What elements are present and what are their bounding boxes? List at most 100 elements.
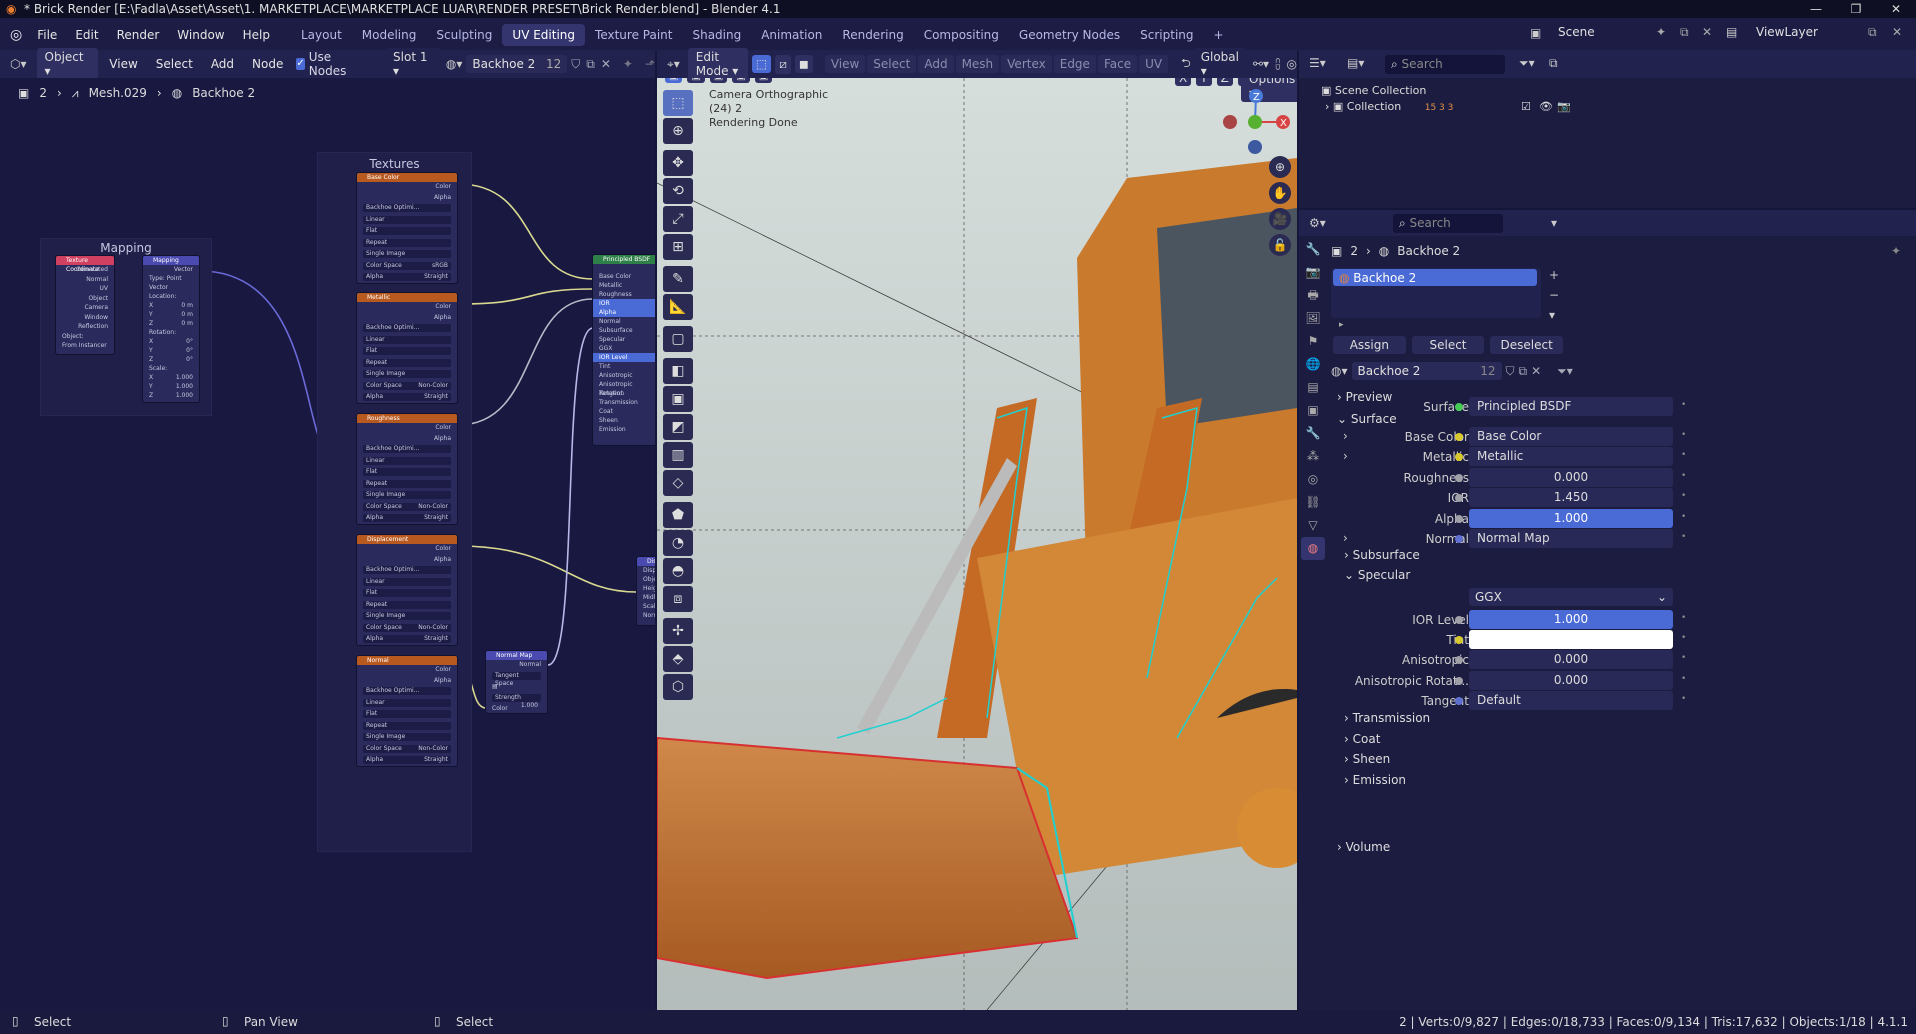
- outliner-editor-icon[interactable]: ☰▾: [1309, 56, 1326, 70]
- tab-scripting[interactable]: Scripting: [1130, 24, 1203, 46]
- texture-extension[interactable]: Repeat: [357, 600, 457, 612]
- new-collection-icon[interactable]: ⧉: [1549, 56, 1558, 71]
- viewport-menu-edge[interactable]: Edge: [1053, 55, 1096, 73]
- texture-projection[interactable]: Flat: [357, 227, 457, 238]
- texture-interpolation[interactable]: Linear: [357, 215, 457, 227]
- fake-user-icon[interactable]: ⛉: [571, 57, 580, 72]
- mapping-scale-y[interactable]: Y 1.000: [143, 382, 199, 391]
- mapping-scale-x[interactable]: X 1.000: [143, 373, 199, 382]
- tab-rendering[interactable]: Rendering: [832, 24, 913, 46]
- object-tab-icon[interactable]: ▣: [1301, 399, 1325, 422]
- remove-slot-icon[interactable]: −: [1549, 288, 1559, 302]
- texture-projection[interactable]: Flat: [357, 589, 457, 600]
- browse-material-icon[interactable]: ◍▾: [1331, 364, 1348, 378]
- vertex-select-icon[interactable]: ⬚: [751, 55, 772, 73]
- exclude-checkbox-icon[interactable]: ☑: [1521, 100, 1531, 113]
- mapping-scale-z[interactable]: Z 1.000: [143, 391, 199, 400]
- texture-alpha-mode[interactable]: Alpha Straight: [357, 273, 457, 283]
- visibility-eye-icon[interactable]: 👁: [1539, 100, 1553, 113]
- texture-extension[interactable]: Repeat: [357, 479, 457, 491]
- outliner-search[interactable]: ⌕ Search: [1385, 55, 1505, 74]
- property-value[interactable]: Default: [1469, 691, 1673, 710]
- viewport-menu-select[interactable]: Select: [867, 55, 917, 73]
- slot-dropdown[interactable]: Slot 1 ▾: [385, 48, 440, 80]
- select-new-icon[interactable]: ▣: [665, 78, 683, 83]
- unlink-material-icon[interactable]: ✕: [601, 57, 611, 71]
- navigation-gizmo[interactable]: Z X: [1215, 88, 1295, 158]
- image-texture-node[interactable]: Displacement Color Alpha Backhoe Optimi... L…: [356, 534, 458, 646]
- image-texture-node[interactable]: Metallic Color Alpha Backhoe Optimi... Linea…: [356, 292, 458, 404]
- duplicate-icon[interactable]: ⧉: [1519, 364, 1528, 379]
- keyframe-dot-icon[interactable]: •: [1681, 512, 1686, 522]
- object-mode-dropdown[interactable]: Object ▾: [36, 48, 99, 80]
- property-value[interactable]: 0.000: [1469, 468, 1673, 487]
- mirror-z-toggle[interactable]: Z: [1216, 78, 1233, 86]
- socket-icon[interactable]: [1455, 697, 1463, 705]
- scale-tool-icon[interactable]: ⤢: [663, 206, 693, 232]
- bsdf-input[interactable]: Subsurface: [593, 326, 655, 335]
- mirror-y-toggle[interactable]: Y: [1196, 78, 1212, 86]
- rip-tool-icon[interactable]: ⬡: [663, 674, 693, 700]
- material-slot-item[interactable]: ◍ Backhoe 2: [1333, 269, 1537, 286]
- outliner-collection[interactable]: › ▣ Collection 15 3 3 ☑ 👁 📷: [1325, 100, 1575, 113]
- cursor-tool-icon[interactable]: ⊕: [663, 118, 693, 144]
- view-layer-tab-icon[interactable]: 🖼: [1301, 307, 1325, 330]
- poly-build-tool-icon[interactable]: ⬟: [663, 502, 693, 528]
- delete-view-layer-icon[interactable]: ✕: [1892, 25, 1902, 39]
- select-intersect-icon[interactable]: ▣: [754, 78, 773, 83]
- link-type-icon[interactable]: ⏷▾: [1557, 364, 1573, 379]
- assign-button[interactable]: Assign: [1333, 336, 1406, 354]
- volume-panel[interactable]: › Volume: [1337, 840, 1390, 854]
- extrude-tool-icon[interactable]: ◧: [663, 358, 693, 384]
- node-menu-select[interactable]: Select: [147, 57, 202, 71]
- texture-source[interactable]: Single Image: [357, 491, 457, 502]
- outliner-scene-collection[interactable]: ▣ Scene Collection: [1321, 84, 1426, 97]
- output-tab-icon[interactable]: 🖶: [1301, 284, 1325, 307]
- fake-user-icon[interactable]: ⛉: [1506, 364, 1515, 379]
- texture-alpha-mode[interactable]: Alpha Straight: [357, 393, 457, 403]
- texture-color-space[interactable]: Color Space Non-Color: [357, 623, 457, 635]
- socket-icon[interactable]: [1455, 677, 1463, 685]
- maximize-icon[interactable]: ❐: [1836, 0, 1876, 18]
- property-value[interactable]: 0.000: [1469, 650, 1673, 669]
- texture-extension[interactable]: Repeat: [357, 238, 457, 250]
- select-button[interactable]: Select: [1411, 336, 1485, 354]
- normal-map-strength[interactable]: Strength 1.000: [486, 693, 547, 709]
- bsdf-input[interactable]: Emission: [593, 425, 655, 434]
- material-name-field[interactable]: Backhoe 2 12: [466, 55, 568, 73]
- annotate-tool-icon[interactable]: ✎: [663, 266, 693, 292]
- tab-modeling[interactable]: Modeling: [352, 24, 427, 46]
- expand-input-icon[interactable]: ›: [1343, 531, 1348, 545]
- delete-scene-icon[interactable]: ✕: [1702, 25, 1712, 39]
- texture-image-field[interactable]: Backhoe Optimi...: [357, 687, 457, 698]
- properties-options-icon[interactable]: ▾: [1551, 216, 1557, 230]
- select-extend-icon[interactable]: ▣: [687, 78, 705, 83]
- expand-collection-icon[interactable]: ›: [1325, 100, 1333, 113]
- mapping-loc-x[interactable]: X 0 m: [143, 301, 199, 310]
- property-value[interactable]: 0.000: [1469, 671, 1673, 690]
- pan-icon[interactable]: ✋: [1269, 182, 1291, 204]
- mapping-node[interactable]: Mapping Vector Type: Point Vector Locati…: [142, 255, 200, 403]
- keyframe-dot-icon[interactable]: •: [1681, 450, 1686, 460]
- mapping-rot-x[interactable]: X 0°: [143, 337, 199, 346]
- use-nodes-checkbox[interactable]: ✓: [296, 58, 305, 70]
- keyframe-dot-icon[interactable]: •: [1681, 491, 1686, 501]
- viewport-menu-face[interactable]: Face: [1097, 55, 1138, 73]
- texture-projection[interactable]: Flat: [357, 710, 457, 721]
- snap-icon[interactable]: ⩉: [1275, 57, 1280, 72]
- keyframe-dot-icon[interactable]: •: [1681, 633, 1686, 643]
- bsdf-input[interactable]: Alpha: [593, 308, 655, 317]
- texture-source[interactable]: Single Image: [357, 733, 457, 744]
- bsdf-input[interactable]: Transmission: [593, 398, 655, 407]
- bevel-tool-icon[interactable]: ◩: [663, 414, 693, 440]
- inset-tool-icon[interactable]: ▣: [663, 386, 693, 412]
- bsdf-input[interactable]: Specular: [593, 335, 655, 344]
- lock-camera-icon[interactable]: 🔓: [1269, 234, 1291, 256]
- texture-source[interactable]: Single Image: [357, 612, 457, 623]
- displacement-node[interactable]: Dis Displ Obje Height Midl Scal Normal: [636, 556, 655, 626]
- keyframe-dot-icon[interactable]: •: [1681, 613, 1686, 623]
- property-value[interactable]: 1.000: [1469, 610, 1673, 629]
- normal-map-uv-icon[interactable]: ▤: [486, 682, 547, 693]
- texture-color-space[interactable]: Color Space Non-Color: [357, 502, 457, 514]
- keyframe-dot-icon[interactable]: •: [1681, 674, 1686, 684]
